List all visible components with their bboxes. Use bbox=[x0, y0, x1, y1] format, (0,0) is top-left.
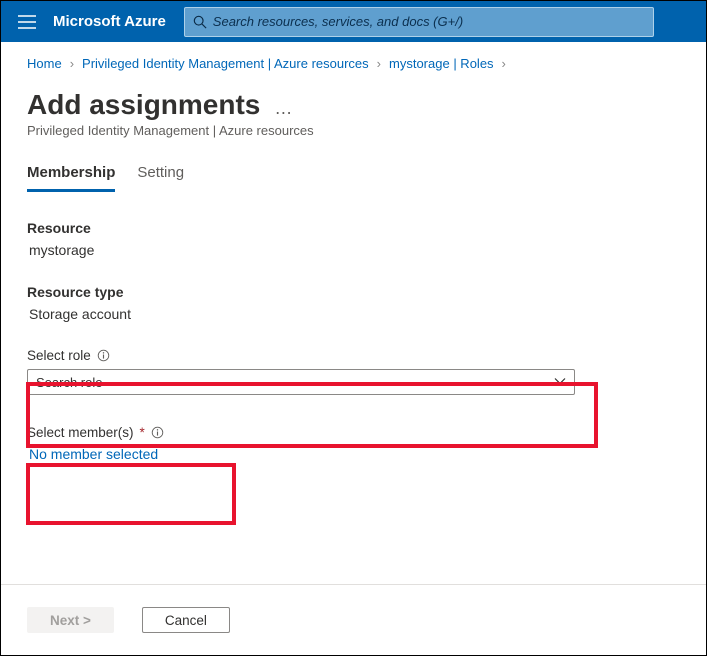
resource-value: mystorage bbox=[27, 242, 680, 258]
next-button[interactable]: Next > bbox=[27, 607, 114, 633]
select-members-label: Select member(s) bbox=[27, 425, 134, 440]
chevron-down-icon bbox=[554, 375, 566, 390]
cancel-button[interactable]: Cancel bbox=[142, 607, 230, 633]
chevron-right-icon: › bbox=[70, 56, 74, 71]
no-member-selected-link[interactable]: No member selected bbox=[27, 446, 680, 462]
resource-type-value: Storage account bbox=[27, 306, 680, 322]
page-title: Add assignments bbox=[27, 89, 260, 121]
required-indicator: * bbox=[140, 425, 145, 440]
more-actions-icon[interactable]: … bbox=[274, 98, 293, 119]
breadcrumb-roles[interactable]: mystorage | Roles bbox=[389, 56, 494, 71]
search-icon bbox=[193, 15, 207, 29]
hamburger-icon bbox=[18, 15, 36, 29]
hamburger-menu[interactable] bbox=[7, 2, 47, 42]
highlight-select-members bbox=[26, 463, 236, 525]
info-icon[interactable] bbox=[97, 349, 110, 362]
resource-label: Resource bbox=[27, 220, 680, 236]
page-subtitle: Privileged Identity Management | Azure r… bbox=[1, 123, 706, 158]
resource-type-label: Resource type bbox=[27, 284, 680, 300]
global-search[interactable] bbox=[184, 7, 654, 37]
search-input[interactable] bbox=[213, 14, 645, 29]
select-role-dropdown[interactable]: Search role bbox=[27, 369, 575, 395]
tab-setting[interactable]: Setting bbox=[137, 158, 184, 192]
select-role-placeholder: Search role bbox=[36, 375, 102, 390]
tab-membership[interactable]: Membership bbox=[27, 158, 115, 192]
breadcrumb-pim[interactable]: Privileged Identity Management | Azure r… bbox=[82, 56, 369, 71]
breadcrumb-home[interactable]: Home bbox=[27, 56, 62, 71]
chevron-right-icon: › bbox=[377, 56, 381, 71]
info-icon[interactable] bbox=[151, 426, 164, 439]
brand-label: Microsoft Azure bbox=[53, 13, 166, 30]
chevron-right-icon: › bbox=[502, 56, 506, 71]
breadcrumb: Home › Privileged Identity Management | … bbox=[1, 42, 706, 71]
select-role-label: Select role bbox=[27, 348, 91, 363]
tabs: Membership Setting bbox=[1, 158, 706, 192]
